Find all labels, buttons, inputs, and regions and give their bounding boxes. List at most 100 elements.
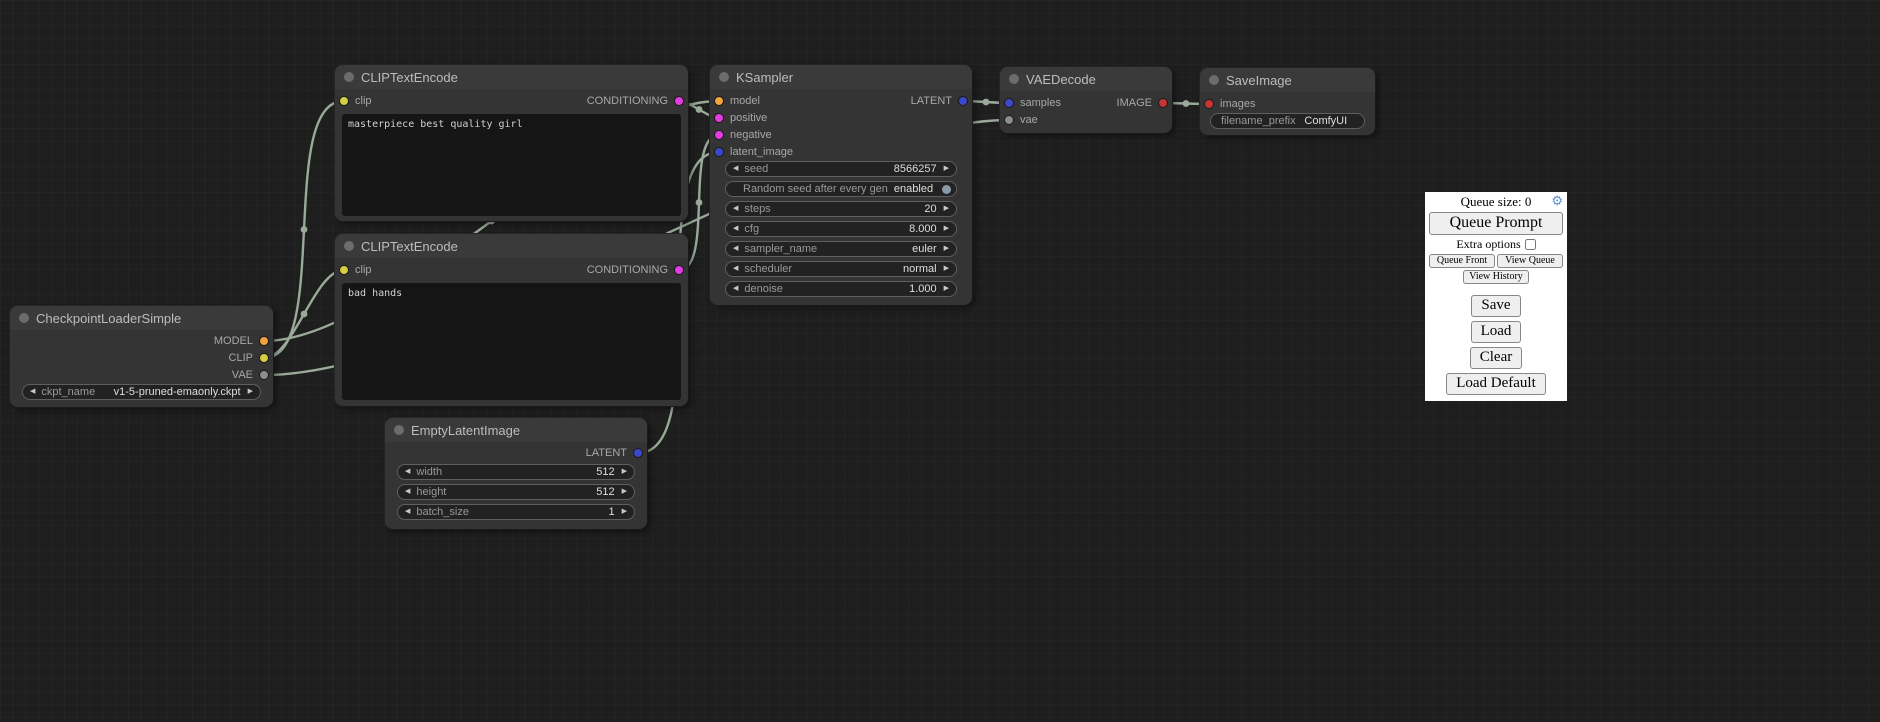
node-vae-decode[interactable]: VAEDecode samples IMAGE vae (1000, 67, 1172, 133)
increment-arrow-icon[interactable]: ▶ (622, 505, 627, 519)
extra-options-checkbox[interactable] (1525, 239, 1536, 250)
node-title-bar[interactable]: KSampler (710, 65, 972, 89)
next-value-arrow-icon[interactable]: ▶ (944, 262, 949, 276)
node-title-bar[interactable]: CheckpointLoaderSimple (10, 306, 273, 330)
node-collapse-dot-icon[interactable] (1009, 74, 1019, 84)
increment-arrow-icon[interactable]: ▶ (944, 282, 949, 296)
widget-ckpt-name[interactable]: ◀ ckpt_name v1-5-pruned-emaonly.ckpt ▶ (22, 384, 261, 400)
output-slot-model[interactable] (259, 336, 269, 346)
output-label-image: IMAGE (1117, 95, 1152, 112)
node-title-bar[interactable]: VAEDecode (1000, 67, 1172, 91)
widget-batch-size[interactable]: ◀ batch_size 1 ▶ (397, 504, 635, 520)
output-slot-image[interactable] (1158, 98, 1168, 108)
slot-row: clip CONDITIONING (335, 262, 688, 279)
node-empty-latent-image[interactable]: EmptyLatentImage LATENT ◀ width 512 ▶ ◀ … (385, 418, 647, 529)
output-slot-vae[interactable] (259, 370, 269, 380)
widget-height[interactable]: ◀ height 512 ▶ (397, 484, 635, 500)
widget-width[interactable]: ◀ width 512 ▶ (397, 464, 635, 480)
widget-filename-prefix[interactable]: filename_prefix ComfyUI (1210, 113, 1365, 129)
slot-row: vae (1000, 112, 1172, 129)
widget-label: filename_prefix (1221, 115, 1296, 127)
input-slot-samples[interactable] (1004, 98, 1014, 108)
decrement-arrow-icon[interactable]: ◀ (733, 162, 738, 176)
positive-prompt-textarea[interactable]: masterpiece best quality girl (342, 114, 681, 216)
increment-arrow-icon[interactable]: ▶ (944, 162, 949, 176)
output-slot-latent[interactable] (958, 96, 968, 106)
load-default-button[interactable]: Load Default (1446, 373, 1546, 395)
node-clip-text-encode-negative[interactable]: CLIPTextEncode clip CONDITIONING bad han… (335, 234, 688, 406)
next-value-arrow-icon[interactable]: ▶ (248, 385, 253, 399)
input-slot-clip[interactable] (339, 96, 349, 106)
widget-label: cfg (744, 223, 759, 235)
negative-prompt-textarea[interactable]: bad hands (342, 283, 681, 400)
increment-arrow-icon[interactable]: ▶ (944, 222, 949, 236)
widget-random-seed-toggle[interactable]: Random seed after every gen enabled (725, 181, 957, 197)
extra-options-label: Extra options (1456, 237, 1520, 252)
clear-button[interactable]: Clear (1470, 347, 1522, 369)
output-slot-clip[interactable] (259, 353, 269, 363)
queue-prompt-button[interactable]: Queue Prompt (1429, 212, 1563, 235)
settings-gear-icon[interactable]: ⚙ (1551, 194, 1563, 208)
view-history-button[interactable]: View History (1463, 270, 1529, 284)
node-collapse-dot-icon[interactable] (1209, 75, 1219, 85)
node-title-bar[interactable]: CLIPTextEncode (335, 234, 688, 258)
widget-denoise[interactable]: ◀ denoise 1.000 ▶ (725, 281, 957, 297)
input-slot-images[interactable] (1204, 99, 1214, 109)
output-slot-conditioning[interactable] (674, 96, 684, 106)
toggle-on-indicator-icon[interactable] (942, 185, 951, 194)
queue-buttons-row: Queue Front View Queue (1429, 254, 1563, 268)
node-collapse-dot-icon[interactable] (344, 241, 354, 251)
input-slot-negative[interactable] (714, 130, 724, 140)
node-title-bar[interactable]: EmptyLatentImage (385, 418, 647, 442)
node-title: CheckpointLoaderSimple (36, 311, 181, 326)
load-button[interactable]: Load (1471, 321, 1522, 343)
output-slot-latent[interactable] (633, 448, 643, 458)
node-collapse-dot-icon[interactable] (19, 313, 29, 323)
node-checkpoint-loader-simple[interactable]: CheckpointLoaderSimple MODEL CLIP VAE ◀ … (10, 306, 273, 407)
view-queue-button[interactable]: View Queue (1497, 254, 1563, 268)
decrement-arrow-icon[interactable]: ◀ (733, 202, 738, 216)
widget-cfg[interactable]: ◀ cfg 8.000 ▶ (725, 221, 957, 237)
widget-label: steps (744, 203, 770, 215)
input-slot-vae[interactable] (1004, 115, 1014, 125)
slot-row: negative (710, 127, 972, 144)
prev-value-arrow-icon[interactable]: ◀ (30, 385, 35, 399)
node-ksampler[interactable]: KSampler model LATENT positive negative … (710, 65, 972, 305)
output-slot-conditioning[interactable] (674, 265, 684, 275)
increment-arrow-icon[interactable]: ▶ (622, 465, 627, 479)
prev-value-arrow-icon[interactable]: ◀ (733, 242, 738, 256)
node-clip-text-encode-positive[interactable]: CLIPTextEncode clip CONDITIONING masterp… (335, 65, 688, 221)
widget-label: seed (744, 163, 768, 175)
increment-arrow-icon[interactable]: ▶ (622, 485, 627, 499)
next-value-arrow-icon[interactable]: ▶ (944, 242, 949, 256)
node-collapse-dot-icon[interactable] (394, 425, 404, 435)
widget-value: ComfyUI (1302, 115, 1350, 127)
input-slot-latent-image[interactable] (714, 147, 724, 157)
increment-arrow-icon[interactable]: ▶ (944, 202, 949, 216)
node-collapse-dot-icon[interactable] (719, 72, 729, 82)
widget-sampler-name[interactable]: ◀ sampler_name euler ▶ (725, 241, 957, 257)
decrement-arrow-icon[interactable]: ◀ (733, 222, 738, 236)
input-slot-positive[interactable] (714, 113, 724, 123)
decrement-arrow-icon[interactable]: ◀ (733, 282, 738, 296)
node-collapse-dot-icon[interactable] (344, 72, 354, 82)
node-title-bar[interactable]: CLIPTextEncode (335, 65, 688, 89)
output-row: CLIP (10, 350, 273, 367)
queue-front-button[interactable]: Queue Front (1429, 254, 1495, 268)
widget-seed[interactable]: ◀ seed 8566257 ▶ (725, 161, 957, 177)
decrement-arrow-icon[interactable]: ◀ (405, 485, 410, 499)
widget-scheduler[interactable]: ◀ scheduler normal ▶ (725, 261, 957, 277)
node-title: CLIPTextEncode (361, 70, 458, 85)
input-slot-clip[interactable] (339, 265, 349, 275)
input-slot-model[interactable] (714, 96, 724, 106)
prev-value-arrow-icon[interactable]: ◀ (733, 262, 738, 276)
decrement-arrow-icon[interactable]: ◀ (405, 465, 410, 479)
widget-steps[interactable]: ◀ steps 20 ▶ (725, 201, 957, 217)
save-button[interactable]: Save (1471, 295, 1520, 317)
node-save-image[interactable]: SaveImage images filename_prefix ComfyUI (1200, 68, 1375, 135)
widget-label: denoise (744, 283, 783, 295)
widget-value: 512 (452, 486, 614, 498)
node-title-bar[interactable]: SaveImage (1200, 68, 1375, 92)
input-label-vae: vae (1020, 112, 1038, 129)
decrement-arrow-icon[interactable]: ◀ (405, 505, 410, 519)
